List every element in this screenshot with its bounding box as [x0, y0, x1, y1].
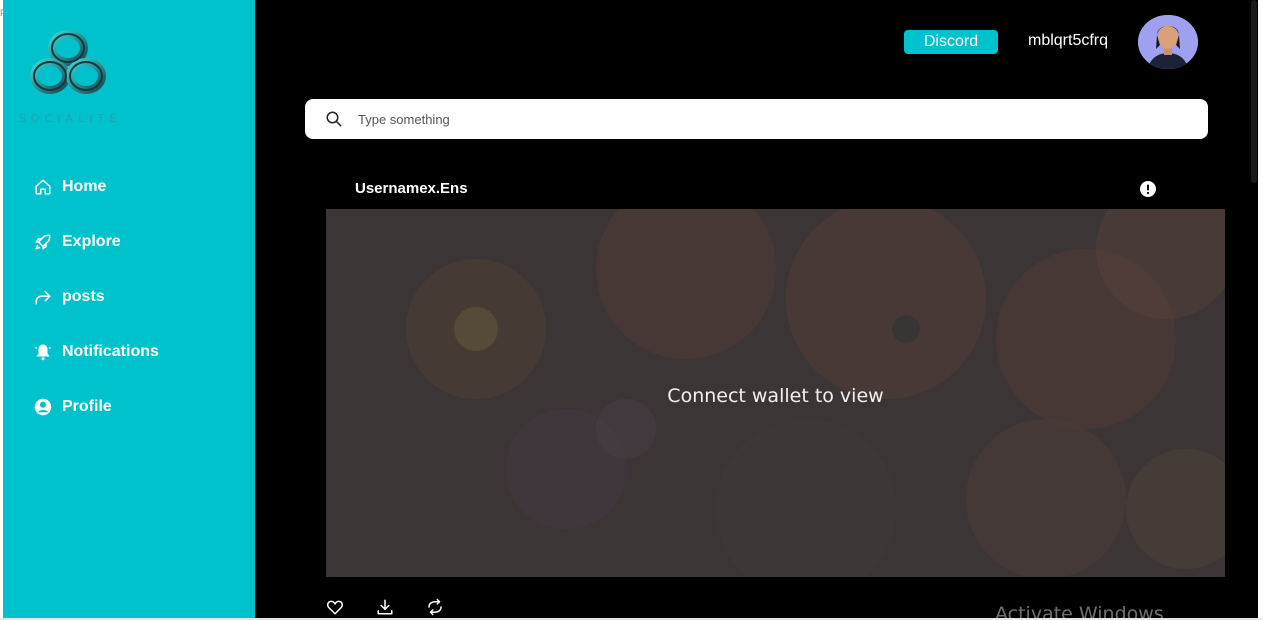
download-icon[interactable]	[376, 598, 396, 618]
sidebar-item-label: Explore	[62, 233, 121, 250]
brand-logo-text: SOCIALITE	[18, 112, 122, 125]
search-icon[interactable]	[325, 109, 345, 129]
sidebar-item-notifications[interactable]: Notifications	[33, 341, 159, 363]
sidebar-item-posts[interactable]: posts	[33, 286, 159, 308]
heart-icon[interactable]	[326, 598, 346, 618]
bell-icon	[33, 342, 53, 362]
repost-icon[interactable]	[426, 598, 446, 618]
app-frame: SOCIALITE Home Explore posts Notificatio…	[3, 0, 1258, 618]
home-icon	[33, 177, 53, 197]
scrollbar[interactable]	[1250, 0, 1258, 618]
search-bar	[305, 99, 1208, 139]
rocket-icon	[33, 232, 53, 252]
sidebar-nav: Home Explore posts Notifications Profile	[33, 176, 159, 451]
post-media[interactable]: Connect wallet to view	[326, 209, 1225, 577]
scrollbar-thumb[interactable]	[1251, 0, 1257, 183]
user-circle-icon	[33, 397, 53, 417]
sidebar-item-label: Home	[62, 178, 107, 195]
sidebar-item-explore[interactable]: Explore	[33, 231, 159, 253]
connect-wallet-message[interactable]: Connect wallet to view	[326, 385, 1225, 407]
sidebar-item-label: Notifications	[62, 343, 159, 360]
search-input[interactable]	[356, 110, 1180, 128]
sidebar-item-label: posts	[62, 288, 105, 305]
sidebar: SOCIALITE Home Explore posts Notificatio…	[3, 0, 255, 618]
sidebar-item-home[interactable]: Home	[33, 176, 159, 198]
share-arrow-icon	[33, 287, 53, 307]
sidebar-item-profile[interactable]: Profile	[33, 396, 159, 418]
post-actions	[326, 598, 476, 618]
user-avatar-icon	[1138, 15, 1198, 69]
main-content: Discord mblqrt5cfrq Usernamex.Ens	[255, 0, 1258, 618]
username-label[interactable]: mblqrt5cfrq	[1028, 32, 1108, 50]
post-author[interactable]: Usernamex.Ens	[355, 180, 468, 197]
logo-knot-icon	[30, 30, 106, 94]
sidebar-item-label: Profile	[62, 398, 112, 415]
info-icon[interactable]	[1140, 181, 1156, 197]
activate-windows-watermark: Activate Windows	[995, 603, 1164, 618]
discord-button[interactable]: Discord	[904, 30, 998, 54]
avatar[interactable]	[1138, 15, 1198, 69]
brand-logo[interactable]: SOCIALITE	[15, 26, 125, 126]
